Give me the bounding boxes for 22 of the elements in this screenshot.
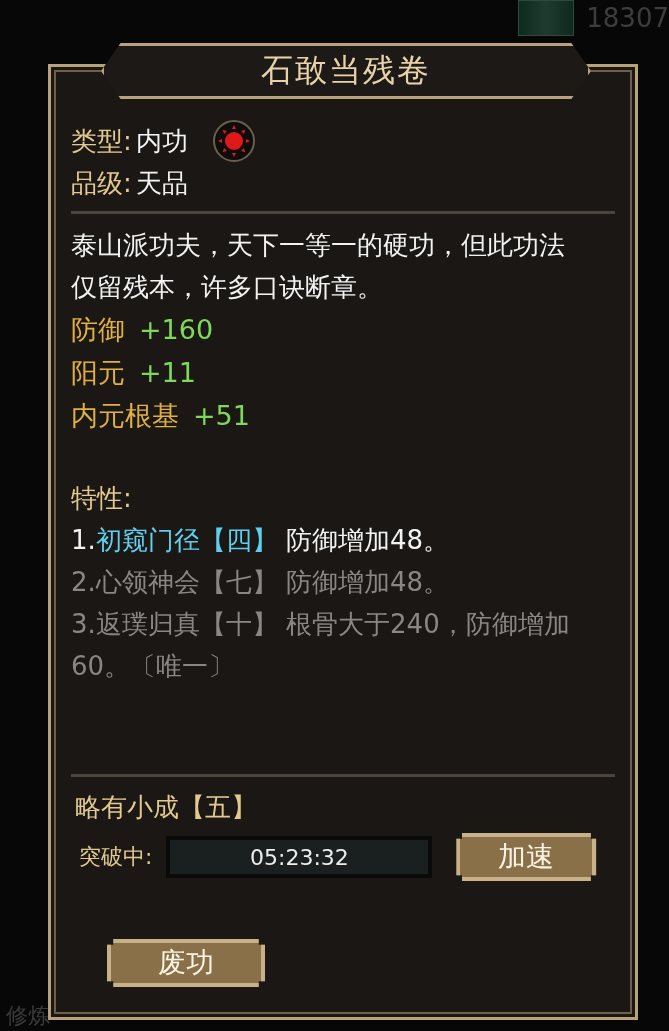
speed-up-button[interactable]: 加速 <box>456 833 597 881</box>
stat-value: +160 <box>139 313 214 347</box>
stat-name: 阳元 <box>71 356 125 390</box>
level-text: 略有小成【五】 <box>74 791 258 824</box>
trait-text: 1.初窥门径【四】 防御增加48。 <box>71 524 451 557</box>
stat-name: 内元根基 <box>71 399 179 433</box>
dialog-title: 石敢当残卷 <box>261 50 431 91</box>
abandon-button[interactable]: 废功 <box>107 939 265 987</box>
timer-field: 05:23:32 <box>166 836 433 878</box>
info-label: 品级: <box>71 167 132 200</box>
stat-value: +51 <box>193 399 250 433</box>
sun-icon <box>211 119 256 163</box>
progress-label: 突破中: <box>79 843 153 871</box>
traits-heading: 特性: <box>71 482 133 515</box>
trait-text: 2.心领神会【七】 防御增加48。 <box>71 566 451 599</box>
stat-name: 防御 <box>71 313 125 347</box>
info-label: 类型: <box>71 125 132 158</box>
info-value: 内功 <box>135 125 188 158</box>
description-text: 泰山派功夫，天下一等一的硬功，但此功法仅留残本，许多口诀断章。 <box>71 229 566 304</box>
stat-value: +11 <box>139 356 196 390</box>
info-value: 天品 <box>135 167 188 200</box>
trait-text: 3.返璞归真【十】 根骨大于240，防御增加60。〔唯一〕 <box>71 608 571 683</box>
